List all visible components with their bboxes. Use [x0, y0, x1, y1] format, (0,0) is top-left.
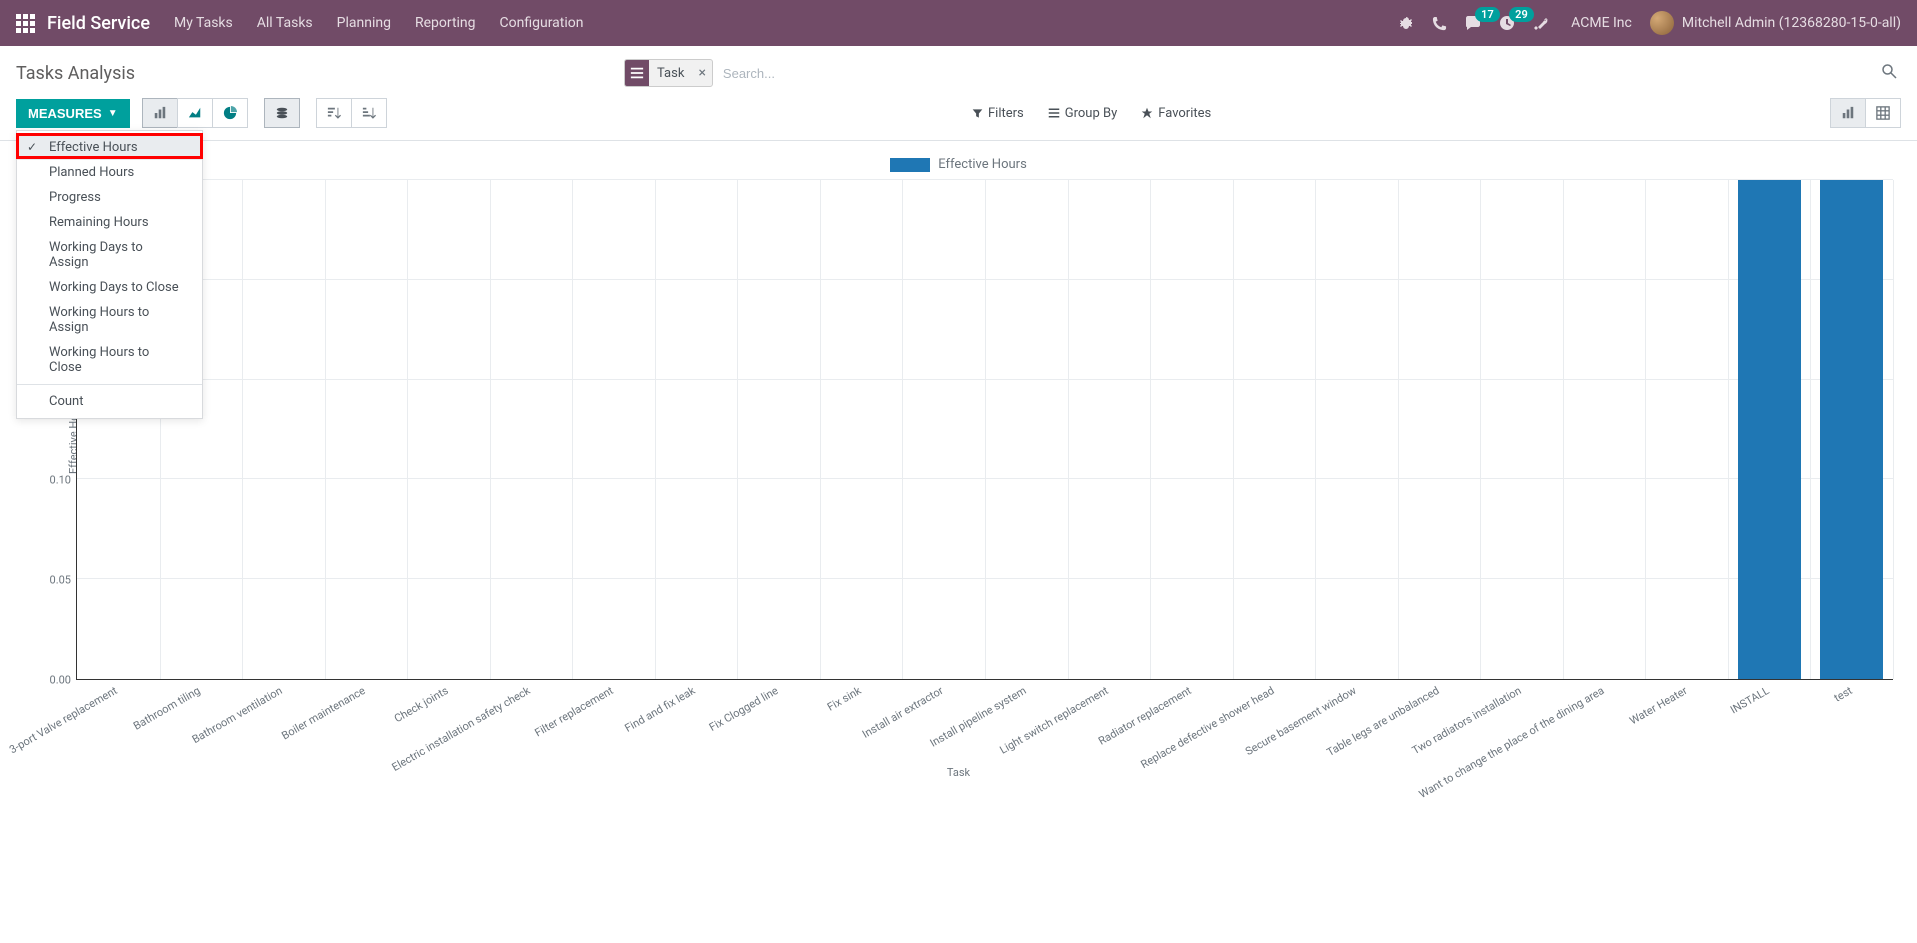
legend-swatch: [890, 158, 930, 172]
msg-badge: 17: [1475, 7, 1500, 22]
nav-all-tasks[interactable]: All Tasks: [257, 15, 313, 31]
pivot-view-button[interactable]: [1865, 98, 1901, 128]
nav-reporting[interactable]: Reporting: [415, 15, 476, 31]
activity-badge: 29: [1509, 7, 1534, 22]
measure-option[interactable]: Working Hours to Assign: [17, 300, 202, 340]
sort-asc-button[interactable]: [351, 98, 387, 128]
chart-container: Effective Hours Effective Hours 0.000.05…: [0, 141, 1917, 795]
nav-configuration[interactable]: Configuration: [500, 15, 584, 31]
navbar: Field Service My Tasks All Tasks Plannin…: [0, 0, 1917, 46]
measure-count[interactable]: Count: [17, 389, 202, 414]
stack-group: [264, 98, 300, 128]
groupby-facet-icon: [625, 59, 649, 87]
tools-icon[interactable]: [1533, 15, 1549, 31]
favorites-menu[interactable]: Favorites: [1141, 106, 1211, 121]
facet-label: Task: [649, 66, 692, 81]
control-panel-top: Tasks Analysis Task ×: [0, 46, 1917, 88]
sort-desc-button[interactable]: [316, 98, 352, 128]
user-menu[interactable]: Mitchell Admin (12368280-15-0-all): [1650, 11, 1901, 35]
nav-right: 17 29 ACME Inc Mitchell Admin (12368280-…: [1398, 11, 1901, 35]
measure-option[interactable]: Remaining Hours: [17, 210, 202, 235]
search-area: Task ×: [135, 58, 1881, 88]
measure-option[interactable]: Working Hours to Close: [17, 340, 202, 380]
groupby-menu[interactable]: Group By: [1048, 106, 1118, 121]
facet-remove[interactable]: ×: [692, 65, 711, 81]
avatar: [1650, 11, 1674, 35]
bar-chart-button[interactable]: [142, 98, 178, 128]
pie-chart-button[interactable]: [212, 98, 248, 128]
apps-icon[interactable]: [16, 14, 35, 33]
measure-option[interactable]: Progress: [17, 185, 202, 210]
search-options: Filters Group By Favorites: [712, 106, 1211, 121]
chart-type-group: [142, 98, 248, 128]
measure-option[interactable]: Planned Hours: [17, 160, 202, 185]
plot-area: [76, 180, 1893, 680]
graph-view-button[interactable]: [1830, 98, 1866, 128]
line-chart-button[interactable]: [177, 98, 213, 128]
caret-down-icon: ▼: [108, 108, 118, 119]
view-switcher: [1830, 98, 1901, 128]
activity-icon[interactable]: 29: [1499, 15, 1515, 31]
messaging-icon[interactable]: 17: [1465, 15, 1481, 31]
measures-label: MEASURES: [28, 106, 102, 121]
search-input[interactable]: [713, 60, 1013, 87]
measure-option[interactable]: Working Days to Close: [17, 275, 202, 300]
measures-button[interactable]: MEASURES ▼: [16, 99, 130, 128]
measure-option[interactable]: Effective Hours: [17, 135, 202, 160]
filters-menu[interactable]: Filters: [972, 106, 1024, 121]
x-axis-labels: 3-port Valve replacementBathroom tilingB…: [76, 680, 1893, 770]
search-facet-groupby: Task ×: [624, 59, 713, 87]
chart-legend[interactable]: Effective Hours: [16, 157, 1901, 172]
chart-bar[interactable]: [1820, 180, 1883, 679]
nav-my-tasks[interactable]: My Tasks: [174, 15, 233, 31]
measure-option[interactable]: Working Days to Assign: [17, 235, 202, 275]
debug-icon[interactable]: [1398, 15, 1414, 31]
nav-menu: My Tasks All Tasks Planning Reporting Co…: [174, 15, 584, 31]
chart-plot: Effective Hours 0.000.050.100.150.200.25: [76, 180, 1893, 680]
nav-planning[interactable]: Planning: [337, 15, 391, 31]
dropdown-divider: [17, 384, 202, 385]
app-brand[interactable]: Field Service: [47, 13, 150, 34]
sort-group: [316, 98, 387, 128]
user-name: Mitchell Admin (12368280-15-0-all): [1682, 15, 1901, 31]
phone-icon[interactable]: [1432, 16, 1447, 31]
chart-bar[interactable]: [1738, 180, 1801, 679]
search-icon[interactable]: [1881, 63, 1897, 83]
legend-label: Effective Hours: [938, 157, 1027, 172]
company-switcher[interactable]: ACME Inc: [1571, 15, 1632, 31]
stacked-button[interactable]: [264, 98, 300, 128]
page-title: Tasks Analysis: [16, 63, 135, 84]
measures-dropdown: Effective HoursPlanned HoursProgressRema…: [16, 130, 203, 419]
control-panel-bottom: MEASURES ▼ Filters Group By: [0, 88, 1917, 141]
